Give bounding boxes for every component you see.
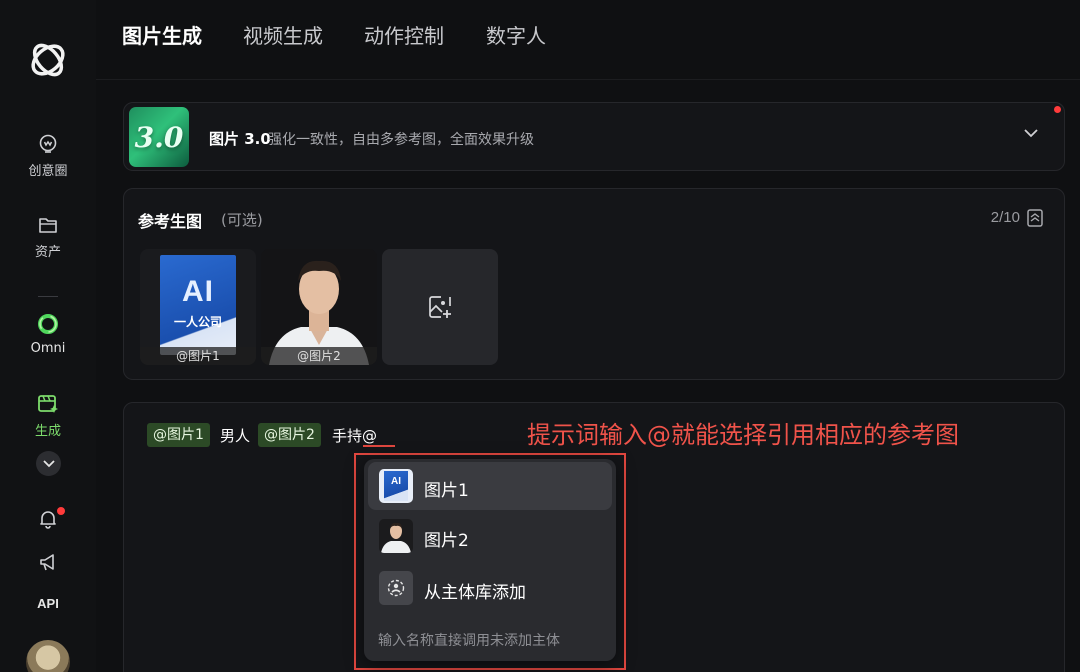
image1-thumbnail: AI [379, 469, 413, 503]
image2-thumbnail [379, 519, 413, 553]
chevron-down-icon [42, 459, 55, 467]
annotation-text: 提示词输入@就能选择引用相应的参考图 [527, 421, 959, 449]
sidebar-item-creative[interactable]: 创意圈 [0, 134, 96, 179]
reference-image-1[interactable]: AI 一人公司 @图片1 [140, 249, 256, 365]
sidebar-item-assets[interactable]: 资产 [0, 215, 96, 260]
book-mini: AI [384, 471, 408, 501]
book-subtitle: 一人公司 [173, 315, 222, 329]
tab-image-generation[interactable]: 图片生成 [122, 20, 202, 49]
reference-chip-1[interactable]: @图片1 [147, 423, 210, 447]
idea-bulb-icon [39, 134, 57, 153]
mention-dropdown: AI 图片1 图片2 从主体库添加 输入名称直接调用未添加主体 [364, 459, 616, 661]
reference-chip-2[interactable]: @图片2 [258, 423, 321, 447]
dropdown-item-image2[interactable]: 图片2 [368, 512, 612, 560]
reference-image-2[interactable]: @图片2 [261, 249, 377, 365]
reference-optional: (可选) [221, 211, 263, 229]
subject-library-icon [379, 571, 413, 605]
reference-image-label: @图片1 [140, 347, 256, 365]
bell-icon[interactable] [38, 509, 58, 529]
sidebar-item-label: 生成 [34, 424, 61, 439]
prompt-text: 手持@ [332, 427, 378, 445]
sidebar-item-generate[interactable]: 生成 [0, 392, 96, 439]
folder-icon [39, 218, 57, 233]
api-link[interactable]: API [0, 596, 96, 611]
dropdown-item-label: 从主体库添加 [424, 583, 526, 603]
sidebar-item-label: 创意圈 [28, 164, 68, 179]
dropdown-item-label: 图片2 [424, 531, 469, 551]
cursor-underline [363, 445, 395, 447]
reference-panel: 参考生图 (可选) 2/10 AI 一人公司 @图片1 @图片2 [123, 188, 1065, 380]
book-cover-image: AI 一人公司 [160, 255, 236, 355]
model-thumbnail: 3.0 [129, 107, 189, 167]
dropdown-item-image1[interactable]: AI 图片1 [368, 462, 612, 510]
dropdown-item-add-subject[interactable]: 从主体库添加 [368, 564, 612, 612]
tab-digital-human[interactable]: 数字人 [486, 20, 546, 49]
add-reference-button[interactable] [382, 249, 498, 365]
sidebar-item-label: Omni [30, 341, 66, 356]
generate-icon [38, 395, 58, 413]
reference-title: 参考生图 [138, 212, 203, 231]
book-title: AI [182, 275, 214, 308]
prompt-text: 男人 [220, 427, 251, 445]
app-logo-icon[interactable] [26, 38, 70, 82]
megaphone-icon[interactable] [38, 552, 58, 572]
tab-video-generation[interactable]: 视频生成 [243, 20, 323, 49]
add-image-icon [429, 296, 451, 318]
omni-ring-icon [38, 314, 58, 334]
sidebar-item-omni[interactable]: Omni [0, 313, 96, 356]
sidebar-expand-button[interactable] [36, 451, 61, 476]
model-selector[interactable]: 3.0 图片 3.0 强化一致性，自由多参考图，全面效果升级 [123, 102, 1065, 171]
chevron-down-icon[interactable] [1024, 129, 1038, 138]
model-badge: 3.0 [134, 120, 184, 154]
dropdown-item-label: 图片1 [424, 481, 469, 501]
collapse-icon[interactable] [1027, 209, 1043, 227]
model-name: 图片 3.0 [209, 130, 271, 148]
model-description: 强化一致性，自由多参考图，全面效果升级 [268, 132, 534, 148]
reference-image-label: @图片2 [261, 347, 377, 365]
avatar[interactable] [26, 640, 70, 672]
top-nav: 图片生成 视频生成 动作控制 数字人 [96, 0, 1080, 80]
sidebar-item-label: 资产 [34, 245, 61, 260]
sidebar: 创意圈 资产 Omni 生成 API [0, 0, 96, 672]
dropdown-hint: 输入名称直接调用未添加主体 [378, 633, 560, 649]
reference-count: 2/10 [990, 209, 1020, 226]
new-indicator-dot [1054, 106, 1061, 113]
notification-dot [57, 507, 65, 515]
sidebar-divider [38, 296, 58, 297]
tab-motion-control[interactable]: 动作控制 [364, 20, 444, 49]
